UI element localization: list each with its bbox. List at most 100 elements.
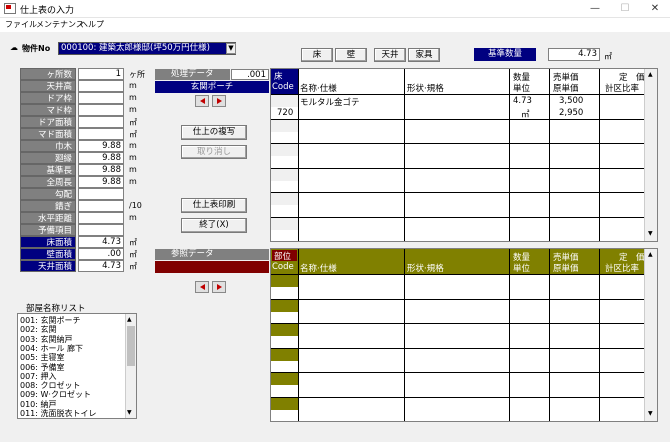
table2-cost-header: 原単価 xyxy=(553,264,579,274)
table1-unit-header: 単位 xyxy=(513,84,531,94)
scroll-down-icon[interactable]: ▼ xyxy=(648,230,653,237)
param-unit: m xyxy=(129,81,137,90)
end-button[interactable]: 終了(X) xyxy=(181,218,247,233)
title-bar xyxy=(0,0,670,18)
code-cell[interactable] xyxy=(271,168,298,181)
app-icon xyxy=(4,3,16,14)
cancel-button[interactable]: 取り消し xyxy=(181,145,247,159)
table1-row-cost[interactable]: 2,950 xyxy=(559,108,583,118)
menu-file[interactable]: ファイル xyxy=(5,19,37,30)
menu-help[interactable]: ヘルプ xyxy=(80,19,104,30)
furniture-button[interactable]: 家具 xyxy=(408,48,440,62)
floor-button[interactable]: 床 xyxy=(301,48,333,62)
param-unit: ㎡ xyxy=(129,250,137,259)
param-value[interactable]: 9.88 xyxy=(78,140,124,152)
table1-row-unit[interactable]: ㎡ xyxy=(521,108,530,120)
wall-button[interactable]: 壁 xyxy=(335,48,367,62)
table2-shape-header: 形状·規格 xyxy=(407,264,444,274)
param-unit: /10 xyxy=(129,201,142,210)
param-unit: ヶ所 xyxy=(129,70,145,79)
code-cell[interactable] xyxy=(271,397,298,410)
param-value[interactable] xyxy=(78,188,124,200)
print-finish-table-button[interactable]: 仕上表印刷 xyxy=(181,198,247,213)
table2-name-header: 名称·仕様 xyxy=(300,264,337,274)
code-cell[interactable] xyxy=(271,348,298,361)
param-value[interactable]: 4.73 xyxy=(78,236,124,248)
menu-maintenance[interactable]: メンテナンス xyxy=(36,19,84,30)
param-value[interactable] xyxy=(78,224,124,236)
next-room-arrow-icon[interactable] xyxy=(212,95,226,107)
param-value[interactable]: 9.88 xyxy=(78,152,124,164)
scroll-thumb[interactable] xyxy=(127,326,135,366)
grid-row-line xyxy=(271,274,644,275)
param-value[interactable] xyxy=(78,92,124,104)
table1-name-header: 名称·仕様 xyxy=(300,84,337,94)
param-value[interactable] xyxy=(78,212,124,224)
room-list-scrollbar[interactable]: ▲ ▼ xyxy=(125,314,136,418)
table1-scrollbar[interactable]: ▲ ▼ xyxy=(644,69,657,241)
param-value[interactable] xyxy=(78,200,124,212)
table1-row-sell[interactable]: 3,500 xyxy=(559,96,583,106)
param-label: 全周長 xyxy=(20,176,76,188)
param-unit: ㎡ xyxy=(129,262,137,271)
param-value[interactable] xyxy=(78,104,124,116)
prev-room-arrow-icon[interactable] xyxy=(195,95,209,107)
param-unit: m xyxy=(129,165,137,174)
param-value[interactable] xyxy=(78,128,124,140)
param-unit: m xyxy=(129,93,137,102)
param-value[interactable]: 9.88 xyxy=(78,164,124,176)
base-qty-value[interactable]: 4.73 xyxy=(548,48,600,61)
param-label: 基準長 xyxy=(20,164,76,176)
code-cell[interactable] xyxy=(271,299,298,312)
ref-label: 参照データ xyxy=(155,249,269,260)
proc-value[interactable]: .001 xyxy=(231,69,269,80)
param-label: 壁面積 xyxy=(20,248,76,260)
code-cell[interactable] xyxy=(271,144,298,156)
code-cell[interactable] xyxy=(271,193,298,205)
param-label: 予備項目 xyxy=(20,224,76,236)
grid-row-line xyxy=(271,216,644,218)
param-label: 錆ぎ xyxy=(20,200,76,212)
code-cell[interactable] xyxy=(271,217,298,230)
table2-unit-header: 単位 xyxy=(513,264,531,274)
copy-finish-button[interactable]: 仕上の複写 xyxy=(181,125,247,140)
maximize-button[interactable]: ☐ xyxy=(610,1,640,17)
param-value[interactable]: 9.88 xyxy=(78,176,124,188)
table1-row-name[interactable]: モルタル金ゴテ xyxy=(300,96,360,108)
param-value[interactable] xyxy=(78,80,124,92)
code-cell[interactable] xyxy=(271,95,298,107)
scroll-down-icon[interactable]: ▼ xyxy=(648,410,653,417)
table2-scrollbar[interactable]: ▲ ▼ xyxy=(644,249,657,421)
scroll-up-icon[interactable]: ▲ xyxy=(648,71,653,78)
param-value[interactable] xyxy=(78,116,124,128)
code-cell[interactable] xyxy=(271,324,298,336)
room-name: 玄関ポーチ xyxy=(155,81,269,93)
close-button[interactable]: ✕ xyxy=(640,1,670,17)
param-label: ヶ所数 xyxy=(20,68,76,80)
grid-row-line xyxy=(271,94,644,95)
param-value[interactable]: 4.73 xyxy=(78,260,124,272)
grid-row-line xyxy=(271,167,644,169)
scroll-up-icon[interactable]: ▲ xyxy=(648,251,653,258)
ref-prev-arrow-icon[interactable] xyxy=(195,281,209,293)
table1-row-qty[interactable]: 4.73 xyxy=(513,96,532,106)
ref-next-arrow-icon[interactable] xyxy=(212,281,226,293)
scroll-up-icon[interactable]: ▲ xyxy=(127,316,132,323)
room-list-item[interactable]: 011: 洗面脱衣トイレ xyxy=(20,408,97,419)
scroll-down-icon[interactable]: ▼ xyxy=(127,409,132,416)
param-unit: m xyxy=(129,213,137,222)
code-cell[interactable] xyxy=(271,275,298,287)
table1-row-code[interactable]: 720 xyxy=(277,108,293,118)
bukken-select[interactable]: 000100: 建築太郎様邸(坪50万円仕様) xyxy=(58,42,236,55)
minimize-button[interactable]: — xyxy=(580,1,610,17)
param-value[interactable]: .00 xyxy=(78,248,124,260)
ceiling-button[interactable]: 天井 xyxy=(374,48,406,62)
room-list[interactable]: 001: 玄関ポーチ 002: 玄関 003: 玄関納戸 004: ホール 廊下 005… xyxy=(17,313,137,419)
code-cell[interactable] xyxy=(271,119,298,132)
param-label: マド枠 xyxy=(20,104,76,116)
ref-room-bar xyxy=(155,261,269,273)
param-value[interactable]: 1 xyxy=(78,68,124,80)
code-cell[interactable] xyxy=(271,373,298,385)
chevron-down-icon[interactable]: ▼ xyxy=(226,43,236,54)
param-label: 巾木 xyxy=(20,140,76,152)
